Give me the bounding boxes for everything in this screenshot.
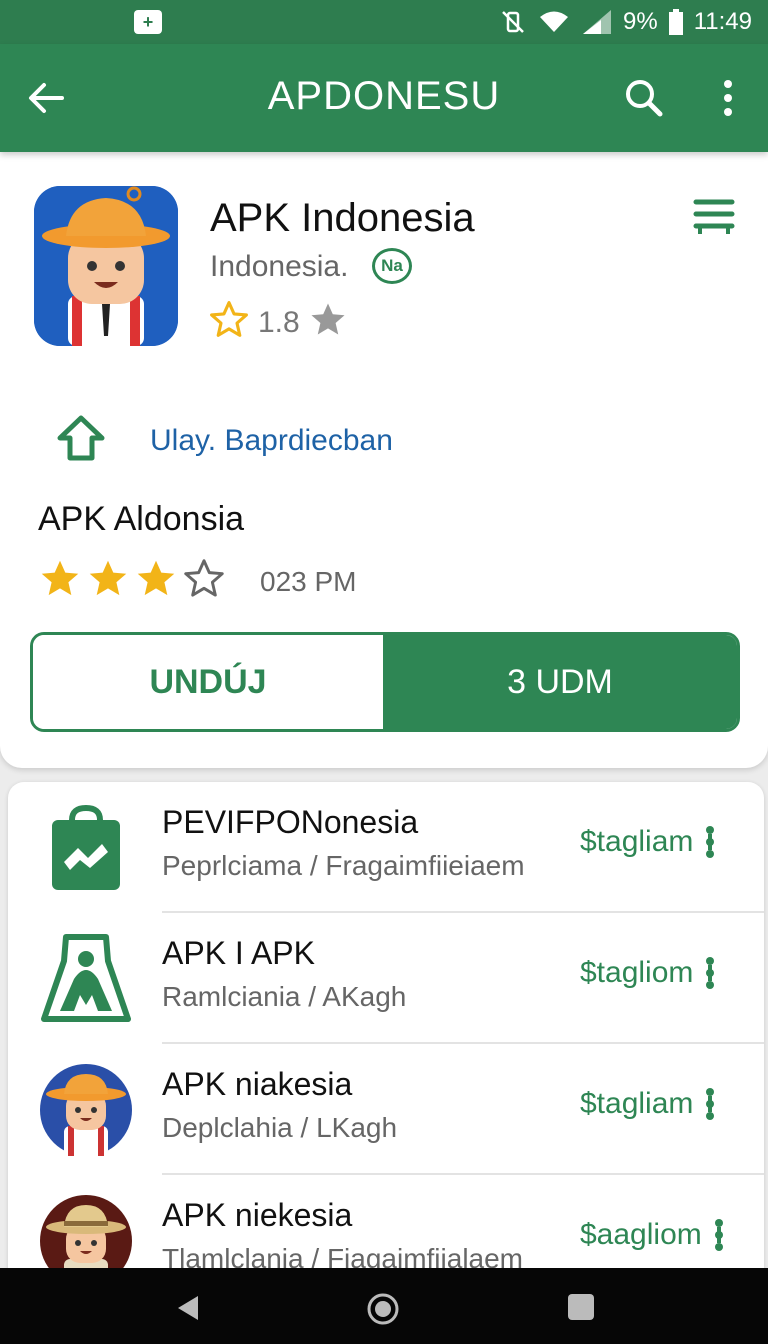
- list-item-action-label: $tagliam: [580, 825, 694, 858]
- related-apps-list: PEVIFPONonesia Peprlciama / Fragaimfiiei…: [8, 782, 764, 1302]
- star-filled-icon: [134, 558, 178, 605]
- green-bag-icon: [38, 800, 134, 896]
- signal-icon: [581, 8, 613, 36]
- home-icon[interactable]: [56, 414, 106, 462]
- more-vert-icon: [714, 1219, 723, 1251]
- nav-home-icon[interactable]: [366, 1292, 399, 1325]
- list-item-action-label: $aagliom: [580, 1218, 702, 1251]
- list-item-name: PEVIFPONonesia: [162, 804, 419, 840]
- nav-recents-icon[interactable]: [566, 1292, 598, 1324]
- clock: 11:49: [693, 8, 752, 35]
- list-item-subtitle: Deplclahia / LKagh: [162, 1112, 398, 1143]
- more-vert-icon: [706, 1088, 715, 1120]
- list-item-action-label: $tagliom: [580, 956, 694, 989]
- battery-percent: 9%: [623, 8, 658, 35]
- star-filled-icon: [38, 558, 82, 605]
- battery-icon: [668, 8, 684, 36]
- list-item-action[interactable]: $tagliom: [580, 955, 717, 991]
- list-item-action[interactable]: $tagliam: [580, 1086, 717, 1122]
- list-item[interactable]: APK I APK Ramlciania / AKagh $tagliom: [8, 913, 764, 1044]
- list-item-name: APK niekesia: [162, 1197, 353, 1233]
- app-bar: APDONESU: [0, 44, 768, 152]
- list-item-action-label: $tagliam: [580, 1087, 694, 1120]
- download-button[interactable]: UNDÚJ: [33, 635, 383, 729]
- install-button[interactable]: 3 UDM: [383, 635, 737, 729]
- list-item-action[interactable]: $aagliom: [580, 1217, 726, 1253]
- vibrate-off-icon: [499, 8, 527, 36]
- list-item[interactable]: APK niakesia Deplclahia / LKagh $tagliam: [8, 1044, 764, 1175]
- sub-title: APK Aldonsia: [38, 500, 245, 538]
- app-rating: 1.8: [208, 300, 348, 345]
- list-item-subtitle: Peprlciama / Fragaimfiieiaem: [162, 850, 525, 881]
- more-vert-icon: [706, 957, 715, 989]
- status-bar: + 9% 11:49: [0, 0, 768, 44]
- search-icon[interactable]: [622, 76, 666, 120]
- action-buttons: UNDÚJ 3 UDM: [30, 632, 740, 732]
- menu-icon[interactable]: [692, 196, 736, 236]
- list-item-name: APK I APK: [162, 935, 315, 971]
- nav-back-icon[interactable]: [172, 1292, 204, 1324]
- green-shield-icon: [38, 931, 134, 1027]
- star-filled-icon: [308, 301, 348, 344]
- explorer-avatar-icon: [38, 1062, 134, 1158]
- star-filled-icon: [86, 558, 130, 605]
- list-item-name: APK niakesia: [162, 1066, 353, 1102]
- app-icon[interactable]: [34, 186, 178, 346]
- star-outline-icon: [208, 300, 250, 345]
- app-developer[interactable]: Indonesia.: [210, 250, 348, 284]
- app-detail-card: APK Indonesia Indonesia. Na 1.8 Ulay. Ba…: [0, 152, 768, 768]
- rating-time: 023 PM: [260, 565, 357, 597]
- star-outline-icon: [182, 558, 226, 605]
- app-name: APK Indonesia: [210, 196, 475, 240]
- system-nav-bar: [0, 1268, 768, 1344]
- content-rating-badge: Na: [372, 248, 412, 284]
- notification-icon: +: [134, 10, 162, 34]
- more-vert-icon[interactable]: [716, 76, 740, 120]
- star-rating: 023 PM: [38, 558, 357, 605]
- wifi-icon: [537, 8, 571, 36]
- rating-value: 1.8: [258, 305, 300, 339]
- list-item-subtitle: Ramlciania / AKagh: [162, 981, 407, 1012]
- developer-link[interactable]: Ulay. Baprdiecban: [150, 424, 393, 458]
- more-vert-icon: [706, 826, 715, 858]
- list-item-action[interactable]: $tagliam: [580, 824, 717, 860]
- list-item[interactable]: PEVIFPONonesia Peprlciama / Fragaimfiiei…: [8, 782, 764, 913]
